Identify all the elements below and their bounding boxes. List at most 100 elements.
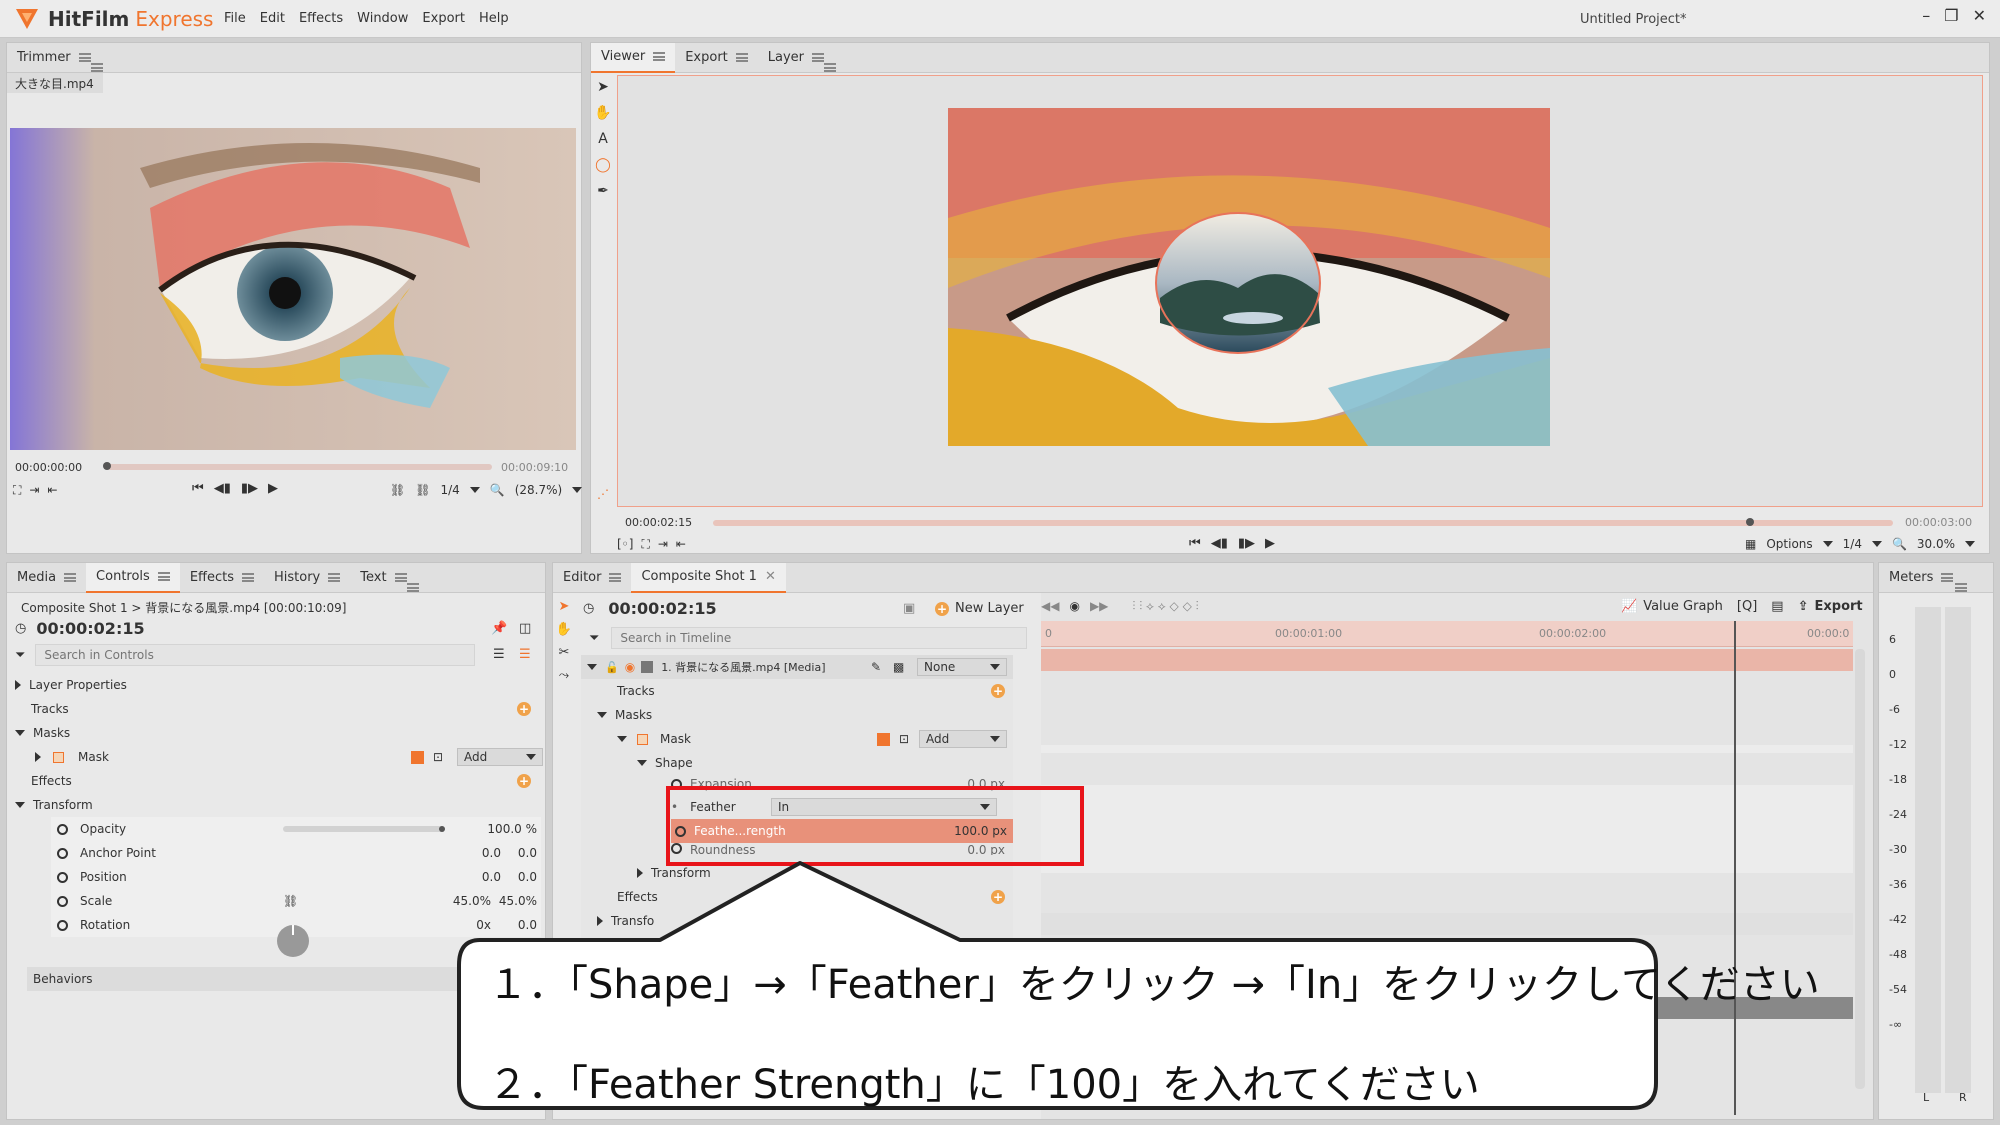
hand-tool-icon[interactable]: ✋ bbox=[556, 622, 572, 637]
tab-trimmer[interactable]: Trimmer bbox=[7, 43, 101, 73]
new-layer-button[interactable]: + New Layer bbox=[935, 601, 1024, 616]
insert-icon[interactable]: ⇥ bbox=[658, 537, 668, 552]
trimmer-scrubber[interactable] bbox=[107, 464, 492, 470]
menu-icon[interactable] bbox=[653, 52, 666, 61]
step-forward-icon[interactable]: ▮▶ bbox=[241, 481, 258, 496]
chevron-down-icon[interactable] bbox=[1965, 541, 1976, 547]
keyframe-toggle-icon[interactable]: ◉ bbox=[1069, 599, 1079, 614]
next-keyframe-icon[interactable]: ▶▶ bbox=[1090, 599, 1108, 614]
timeline-playhead[interactable] bbox=[1734, 621, 1736, 1115]
layer-clip-bar[interactable] bbox=[1041, 649, 1853, 671]
prev-keyframe-icon[interactable]: ◀◀ bbox=[1041, 599, 1059, 614]
menu-icon[interactable] bbox=[735, 53, 748, 62]
detail-view-icon[interactable]: ☰ bbox=[519, 647, 531, 662]
step-forward-icon[interactable]: ▮▶ bbox=[1238, 536, 1255, 551]
tracks-row[interactable]: Tracks + bbox=[31, 697, 531, 721]
keyframe-icon[interactable] bbox=[57, 871, 68, 883]
play-icon[interactable]: ▶ bbox=[1265, 536, 1275, 551]
mask-mode-select[interactable]: Add bbox=[457, 748, 543, 766]
anchor-handle-icon[interactable]: ⋰ bbox=[597, 487, 609, 501]
maximize-icon[interactable]: ❐ bbox=[1944, 6, 1958, 25]
shape-row[interactable]: Shape bbox=[637, 751, 693, 775]
step-back-icon[interactable]: ◀▮ bbox=[214, 481, 231, 496]
tab-editor[interactable]: Editor bbox=[553, 563, 631, 593]
menu-icon[interactable] bbox=[157, 572, 170, 581]
collapse-icon[interactable] bbox=[617, 736, 627, 742]
menu-icon[interactable] bbox=[78, 53, 91, 62]
ellipse-mask-tool-icon[interactable]: ◯ bbox=[595, 157, 611, 173]
trimmer-zoom[interactable]: (28.7%) bbox=[515, 483, 562, 497]
search-controls-input[interactable] bbox=[35, 644, 476, 666]
menu-icon[interactable] bbox=[242, 573, 254, 582]
menu-icon[interactable] bbox=[1941, 573, 1954, 582]
mask-color-swatch[interactable] bbox=[877, 732, 890, 746]
insert-icon[interactable]: ⇥ bbox=[29, 483, 39, 498]
safe-area-icon[interactable]: [◦] bbox=[617, 537, 633, 552]
menu-file[interactable]: File bbox=[224, 11, 246, 26]
trimmer-res[interactable]: 1/4 bbox=[440, 483, 459, 497]
controls-time[interactable]: 00:00:02:15 bbox=[36, 619, 144, 638]
zoom-fit-icon[interactable]: [Q] bbox=[1737, 599, 1757, 614]
viewer-zoom[interactable]: 30.0% bbox=[1917, 537, 1955, 551]
razor-tool-icon[interactable]: ✂ bbox=[559, 645, 570, 660]
export-button[interactable]: ⇪ Export bbox=[1798, 599, 1863, 614]
list-view-icon[interactable]: ☰ bbox=[493, 647, 505, 662]
keyframe-icon[interactable] bbox=[57, 823, 68, 835]
tab-export[interactable]: Export bbox=[675, 43, 758, 73]
menu-help[interactable]: Help bbox=[479, 11, 509, 26]
collapse-icon[interactable] bbox=[15, 730, 25, 736]
crop-icon[interactable]: ⛶ bbox=[641, 537, 649, 552]
tab-meters[interactable]: Meters bbox=[1879, 563, 1963, 593]
chevron-down-icon[interactable] bbox=[572, 487, 583, 493]
keyframe-icon[interactable] bbox=[57, 847, 68, 859]
effects-row[interactable]: Effects + bbox=[31, 769, 531, 793]
layer-row[interactable]: 🔓 ◉ 1. 背景になる風景.mp4 [Media] ✎ ▩ None bbox=[581, 655, 1013, 679]
editor-mask-row[interactable]: Mask ⊡ Add bbox=[617, 727, 1013, 751]
hand-tool-icon[interactable]: ✋ bbox=[594, 105, 611, 121]
minimize-icon[interactable]: – bbox=[1922, 6, 1930, 25]
panel-menu-icon[interactable] bbox=[1955, 583, 1968, 592]
crop-icon[interactable]: ⛶ bbox=[13, 483, 21, 498]
menu-edit[interactable]: Edit bbox=[260, 11, 285, 26]
collapse-icon[interactable] bbox=[15, 802, 25, 808]
mask-invert-icon[interactable]: ⊡ bbox=[899, 732, 909, 746]
keyframe-icon[interactable] bbox=[57, 919, 68, 931]
opacity-value[interactable]: 100.0 % bbox=[487, 822, 537, 836]
transform-row[interactable]: Transform bbox=[15, 793, 93, 817]
mask-color-swatch[interactable] bbox=[411, 750, 424, 764]
panel-menu-icon[interactable] bbox=[406, 583, 419, 592]
tab-controls[interactable]: Controls bbox=[86, 562, 180, 593]
pen-icon[interactable]: ✎ bbox=[871, 660, 881, 674]
viewer-res[interactable]: 1/4 bbox=[1843, 537, 1862, 551]
options-menu[interactable]: Options bbox=[1766, 537, 1812, 551]
menu-icon[interactable] bbox=[812, 53, 825, 62]
skip-start-icon[interactable]: ⏮ bbox=[1189, 536, 1201, 551]
menu-export[interactable]: Export bbox=[422, 11, 465, 26]
chevron-down-icon[interactable] bbox=[469, 487, 480, 493]
text-tool-icon[interactable]: A bbox=[598, 131, 608, 147]
collapse-icon[interactable] bbox=[587, 664, 597, 670]
lock-icon[interactable]: 🔓 bbox=[605, 661, 619, 674]
mask-row[interactable]: Mask ⊡ Add bbox=[35, 745, 543, 769]
close-icon[interactable]: ✕ bbox=[1973, 6, 1986, 25]
editor-tracks-row[interactable]: Tracks + bbox=[617, 679, 1013, 703]
panel-menu-icon[interactable] bbox=[824, 63, 837, 72]
vertical-scrollbar[interactable] bbox=[1855, 649, 1865, 1089]
viewer-playhead[interactable] bbox=[1746, 518, 1754, 526]
keyframe-icon[interactable] bbox=[57, 895, 68, 907]
checker-icon[interactable]: ▩ bbox=[893, 660, 904, 674]
proxy-icon[interactable]: ▣ bbox=[903, 601, 915, 616]
masks-row[interactable]: Masks bbox=[15, 721, 70, 745]
mask-invert-icon[interactable]: ⊡ bbox=[433, 750, 443, 764]
zoom-icon[interactable]: 🔍 bbox=[490, 483, 505, 497]
collapse-icon[interactable] bbox=[597, 712, 607, 718]
layer-name[interactable]: 1. 背景になる風景.mp4 [Media] bbox=[661, 659, 825, 675]
menu-icon[interactable] bbox=[609, 573, 622, 582]
viewer-scrubber[interactable] bbox=[713, 520, 1893, 526]
zoom-icon[interactable]: 🔍 bbox=[1892, 537, 1907, 551]
tab-viewer[interactable]: Viewer bbox=[591, 42, 676, 73]
timeline-ruler[interactable]: 0 00:00:01:00 00:00:02:00 00:00:0 bbox=[1041, 621, 1853, 647]
overlay-icon[interactable]: ⇤ bbox=[47, 483, 57, 498]
menu-window[interactable]: Window bbox=[357, 11, 408, 26]
split-view-icon[interactable]: ◫ bbox=[519, 621, 531, 636]
